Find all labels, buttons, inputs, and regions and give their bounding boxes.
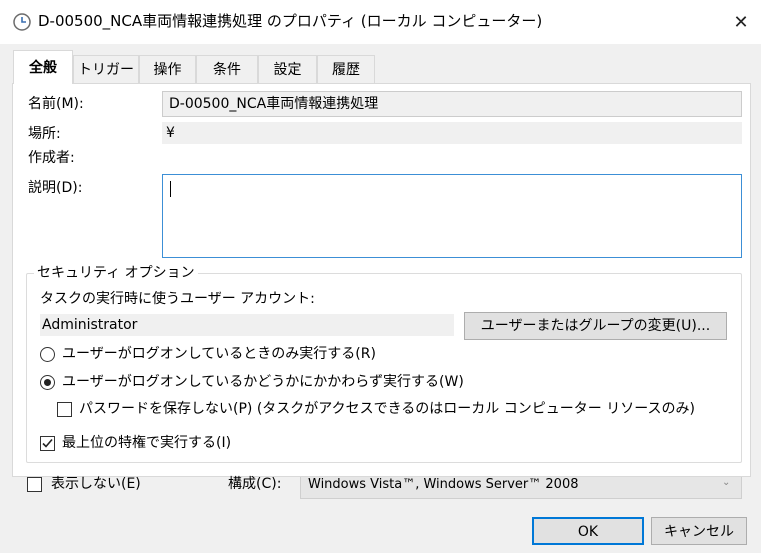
run-whether-logged-on-label[interactable]: ユーザーがログオンしているかどうかにかかわらず実行する(W) [62, 372, 464, 392]
author-label: 作成者: [28, 150, 75, 166]
tab-history[interactable]: 履歴 [317, 55, 375, 83]
change-user-button[interactable]: ユーザーまたはグループの変更(U)... [464, 312, 727, 340]
text-caret [170, 181, 171, 197]
run-only-logged-on-label[interactable]: ユーザーがログオンしているときのみ実行する(R) [62, 344, 376, 364]
location-value: ¥ [162, 122, 742, 144]
description-textarea[interactable] [162, 174, 742, 258]
no-store-password-label[interactable]: パスワードを保存しない(P) (タスクがアクセスできるのはローカル コンピュータ… [79, 399, 695, 419]
location-label: 場所: [28, 126, 61, 142]
checkbox-no-store-password[interactable] [57, 402, 72, 417]
highest-privileges-label[interactable]: 最上位の特権で実行する(I) [62, 433, 231, 453]
checkbox-highest-privileges[interactable] [40, 436, 55, 451]
task-clock-icon [12, 12, 32, 32]
checkmark-icon [42, 438, 53, 448]
checkbox-hidden[interactable] [27, 477, 42, 492]
account-value: Administrator [40, 314, 454, 336]
radio-run-whether-logged-on[interactable] [40, 375, 55, 390]
configure-label: 構成(C): [228, 476, 282, 492]
name-field[interactable]: D-00500_NCA車両情報連携処理 [162, 91, 742, 117]
description-label: 説明(D): [28, 180, 83, 196]
ok-button[interactable]: OK [532, 517, 644, 545]
close-icon: ✕ [733, 11, 749, 33]
tab-general[interactable]: 全般 [13, 50, 73, 84]
cancel-button[interactable]: キャンセル [651, 517, 747, 545]
account-prompt: タスクの実行時に使うユーザー アカウント: [40, 291, 315, 307]
security-options-title: セキュリティ オプション [34, 263, 198, 283]
close-button[interactable]: ✕ [724, 6, 758, 38]
tab-settings[interactable]: 設定 [258, 55, 317, 83]
hidden-label[interactable]: 表示しない(E) [51, 474, 141, 494]
tab-actions[interactable]: 操作 [139, 55, 196, 83]
window-title: D-00500_NCA車両情報連携処理 のプロパティ (ローカル コンピューター… [38, 12, 543, 30]
radio-run-only-logged-on[interactable] [40, 347, 55, 362]
tab-triggers[interactable]: トリガー [73, 55, 139, 83]
name-label: 名前(M): [28, 96, 84, 112]
chevron-down-icon: ⌄ [722, 477, 731, 488]
tab-conditions[interactable]: 条件 [196, 55, 258, 83]
